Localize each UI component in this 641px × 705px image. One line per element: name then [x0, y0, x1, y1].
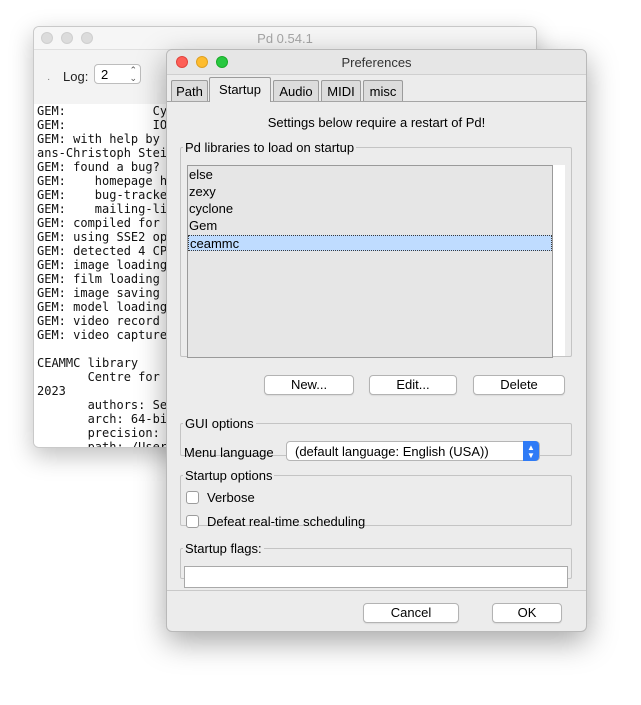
footer-separator [167, 590, 586, 591]
delete-button[interactable]: Delete [473, 375, 565, 395]
log-level-value: 2 [101, 67, 109, 82]
tab-audio[interactable]: Audio [273, 80, 319, 101]
tab-path[interactable]: Path [171, 80, 208, 101]
libraries-group: Pd libraries to load on startup else zex… [180, 140, 572, 358]
tab-midi[interactable]: MIDI [321, 80, 361, 101]
menu-language-select[interactable]: (default language: English (USA)) ▲ ▼ [286, 441, 540, 461]
log-label: Log: [63, 69, 89, 84]
list-item[interactable]: zexy [188, 184, 552, 200]
ok-button[interactable]: OK [492, 603, 562, 623]
gui-options-legend: GUI options [185, 416, 254, 431]
startup-options-group: Startup options Verbose Defeat real-time… [180, 468, 572, 529]
startup-flags-group: Startup flags: [180, 541, 572, 588]
log-level-select[interactable]: 2 ⌃ ⌄ [94, 64, 141, 84]
menu-language-label: Menu language [184, 445, 274, 460]
verbose-label: Verbose [207, 490, 255, 505]
defeat-rt-checkbox[interactable] [186, 515, 199, 528]
pd-window-title: Pd 0.54.1 [257, 31, 313, 46]
library-list-scrollbar[interactable] [553, 165, 565, 356]
list-item[interactable]: else [188, 167, 552, 183]
tab-startup[interactable]: Startup [209, 77, 271, 102]
cancel-button[interactable]: Cancel [363, 603, 459, 623]
stepper-arrows-icon: ⌃ ⌄ [129, 65, 137, 83]
startup-options-legend: Startup options [185, 468, 273, 483]
new-button[interactable]: New... [264, 375, 354, 395]
startup-flags-input[interactable] [184, 566, 568, 588]
library-list[interactable]: else zexy cyclone Gem ceammc [187, 165, 553, 358]
preferences-dialog: Preferences Path Startup Audio MIDI misc… [166, 49, 587, 632]
libraries-legend: Pd libraries to load on startup [185, 140, 355, 155]
list-item[interactable]: Gem [188, 218, 552, 234]
list-item[interactable]: cyclone [188, 201, 552, 217]
preferences-titlebar: Preferences [167, 50, 586, 75]
tab-misc[interactable]: misc [363, 80, 403, 101]
pd-titlebar: Pd 0.54.1 [34, 27, 536, 50]
gui-options-group: GUI options Menu language (default langu… [180, 416, 572, 461]
list-item-selected[interactable]: ceammc [188, 235, 552, 251]
verbose-checkbox[interactable] [186, 491, 199, 504]
startup-flags-legend: Startup flags: [185, 541, 262, 556]
defeat-rt-label: Defeat real-time scheduling [207, 514, 366, 529]
edit-button[interactable]: Edit... [369, 375, 457, 395]
restart-notice: Settings below require a restart of Pd! [267, 115, 486, 130]
menu-language-value: (default language: English (USA)) [295, 444, 489, 459]
preferences-title: Preferences [341, 55, 412, 70]
dropdown-arrows-icon: ▲ ▼ [523, 441, 539, 461]
dsp-indicator-icon: · [47, 74, 51, 85]
